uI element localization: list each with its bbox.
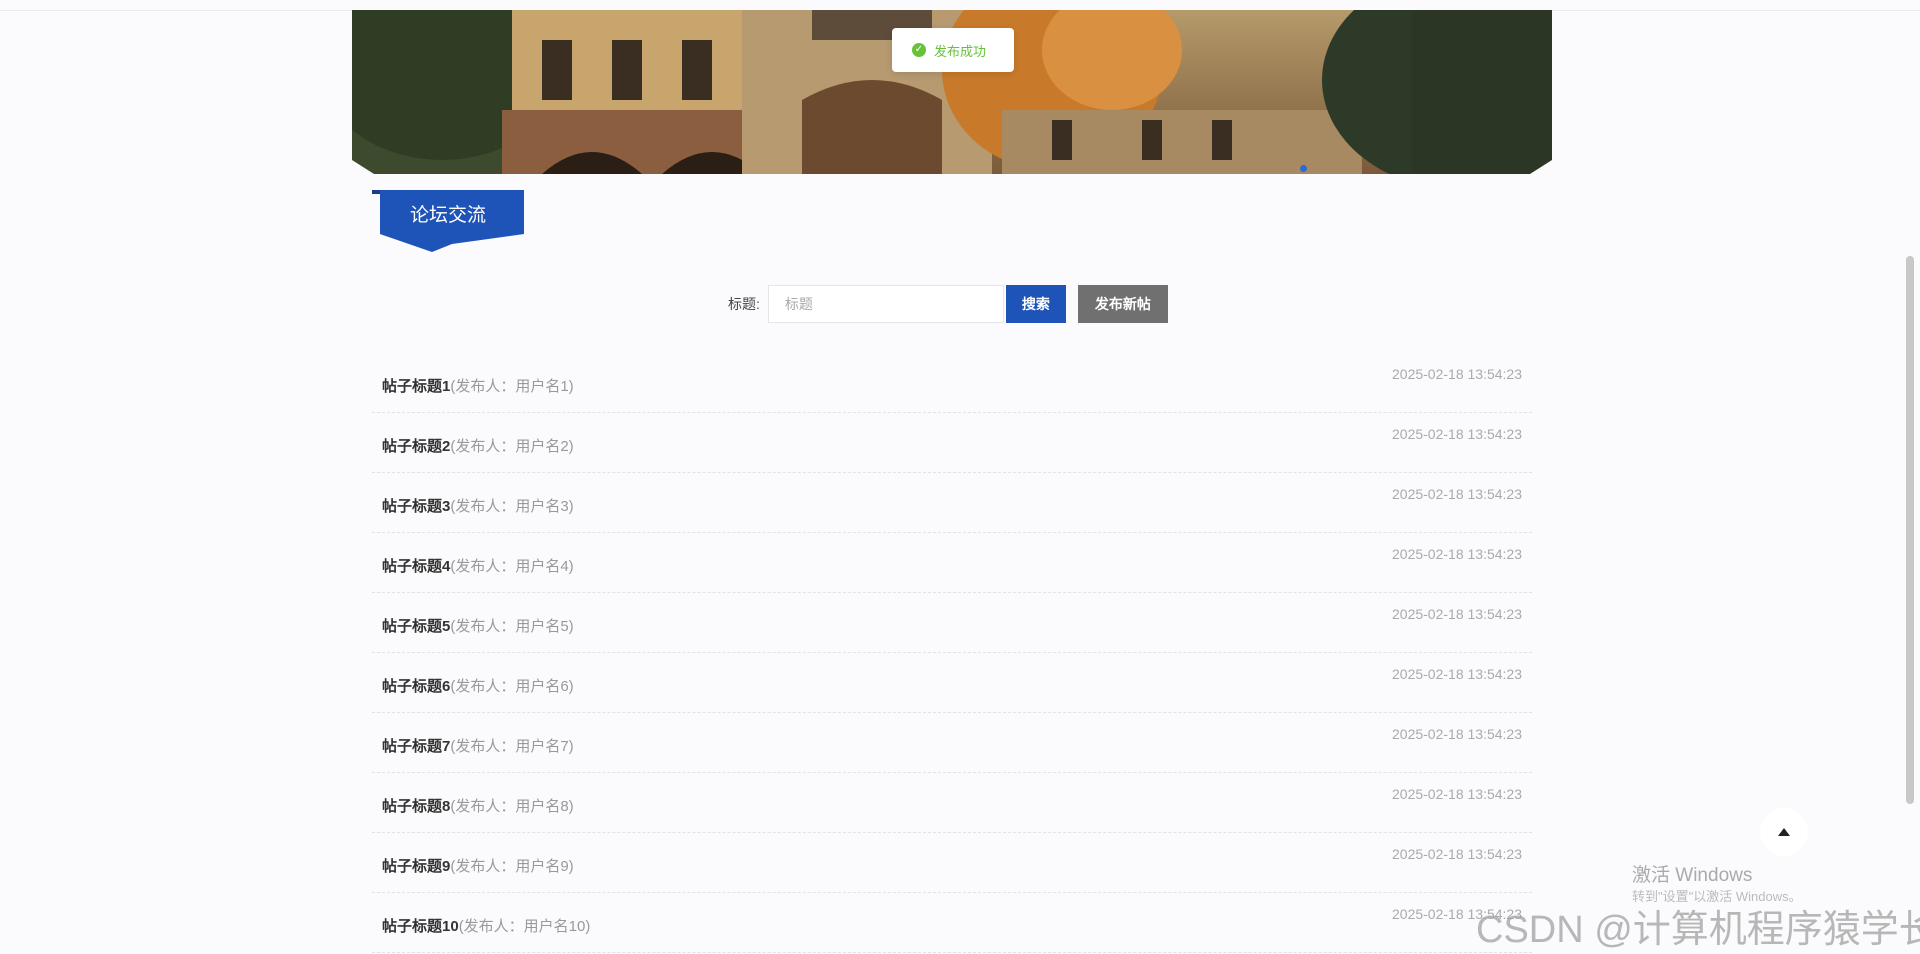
post-title-line[interactable]: 帖子标题10(发布人：用户名10) xyxy=(382,915,590,936)
success-toast: ✓ 发布成功 xyxy=(892,28,1014,72)
post-item[interactable]: 帖子标题4(发布人：用户名4) 2025-02-18 13:54:23 xyxy=(372,533,1532,593)
post-title[interactable]: 帖子标题9 xyxy=(382,858,450,875)
post-item[interactable]: 帖子标题2(发布人：用户名2) 2025-02-18 13:54:23 xyxy=(372,413,1532,473)
csdn-watermark: CSDN @计算机程序猿学长 xyxy=(1476,909,1920,951)
post-title-line[interactable]: 帖子标题7(发布人：用户名7) xyxy=(382,735,574,756)
windows-activation-title: 激活 Windows xyxy=(1632,865,1753,886)
post-title[interactable]: 帖子标题2 xyxy=(382,438,450,455)
post-author: (发布人：用户名8) xyxy=(450,798,574,815)
post-title-line[interactable]: 帖子标题5(发布人：用户名5) xyxy=(382,615,574,636)
post-item[interactable]: 帖子标题1(发布人：用户名1) 2025-02-18 13:54:23 xyxy=(372,353,1532,413)
post-title[interactable]: 帖子标题5 xyxy=(382,618,450,635)
post-item[interactable]: 帖子标题9(发布人：用户名9) 2025-02-18 13:54:23 xyxy=(372,833,1532,893)
post-item[interactable]: 帖子标题5(发布人：用户名5) 2025-02-18 13:54:23 xyxy=(372,593,1532,653)
post-title-line[interactable]: 帖子标题9(发布人：用户名9) xyxy=(382,855,574,876)
post-author: (发布人：用户名9) xyxy=(450,858,574,875)
post-item[interactable]: 帖子标题8(发布人：用户名8) 2025-02-18 13:54:23 xyxy=(372,773,1532,833)
post-author: (发布人：用户名3) xyxy=(450,498,574,515)
post-author: (发布人：用户名6) xyxy=(450,678,574,695)
section-title-tag: 论坛交流 xyxy=(372,190,524,252)
post-list: 帖子标题1(发布人：用户名1) 2025-02-18 13:54:23 帖子标题… xyxy=(372,353,1532,953)
post-author: (发布人：用户名10) xyxy=(458,918,591,935)
post-author: (发布人：用户名5) xyxy=(450,618,574,635)
check-circle-icon: ✓ xyxy=(912,43,926,57)
post-title[interactable]: 帖子标题10 xyxy=(382,918,459,935)
post-title-line[interactable]: 帖子标题2(发布人：用户名2) xyxy=(382,435,574,456)
scrollbar-thumb[interactable] xyxy=(1906,256,1914,804)
post-time: 2025-02-18 13:54:23 xyxy=(1392,786,1522,802)
title-search-input[interactable] xyxy=(767,285,1004,323)
post-author: (发布人：用户名7) xyxy=(450,738,574,755)
post-title-line[interactable]: 帖子标题3(发布人：用户名3) xyxy=(382,495,574,516)
post-title-line[interactable]: 帖子标题1(发布人：用户名1) xyxy=(382,375,574,396)
post-time: 2025-02-18 13:54:23 xyxy=(1392,546,1522,562)
post-title[interactable]: 帖子标题3 xyxy=(382,498,450,515)
search-label: 标题: xyxy=(728,296,760,312)
toast-message: 发布成功 xyxy=(934,43,987,59)
post-time: 2025-02-18 13:54:23 xyxy=(1392,486,1522,502)
post-time: 2025-02-18 13:54:23 xyxy=(1392,726,1522,742)
arrow-up-icon xyxy=(1778,828,1790,836)
section-title: 论坛交流 xyxy=(409,204,486,226)
search-button[interactable]: 搜索 xyxy=(1005,285,1066,323)
post-title[interactable]: 帖子标题1 xyxy=(382,378,450,395)
back-to-top-button[interactable] xyxy=(1760,808,1808,856)
post-item[interactable]: 帖子标题3(发布人：用户名3) 2025-02-18 13:54:23 xyxy=(372,473,1532,533)
new-post-button[interactable]: 发布新帖 xyxy=(1077,285,1168,323)
post-title-line[interactable]: 帖子标题8(发布人：用户名8) xyxy=(382,795,574,816)
search-bar: 标题: 搜索 发布新帖 xyxy=(728,285,1168,323)
post-title-line[interactable]: 帖子标题4(发布人：用户名4) xyxy=(382,555,574,576)
post-item[interactable]: 帖子标题10(发布人：用户名10) 2025-02-18 13:54:23 xyxy=(372,893,1532,953)
post-time: 2025-02-18 13:54:23 xyxy=(1392,606,1522,622)
post-author: (发布人：用户名1) xyxy=(450,378,574,395)
post-time: 2025-02-18 13:54:23 xyxy=(1392,426,1522,442)
post-title[interactable]: 帖子标题7 xyxy=(382,738,450,755)
post-item[interactable]: 帖子标题6(发布人：用户名6) 2025-02-18 13:54:23 xyxy=(372,653,1532,713)
post-author: (发布人：用户名2) xyxy=(450,438,574,455)
post-author: (发布人：用户名4) xyxy=(450,558,574,575)
post-title[interactable]: 帖子标题8 xyxy=(382,798,450,815)
carousel-indicator[interactable] xyxy=(1300,165,1307,172)
post-item[interactable]: 帖子标题7(发布人：用户名7) 2025-02-18 13:54:23 xyxy=(372,713,1532,773)
post-title[interactable]: 帖子标题6 xyxy=(382,678,450,695)
post-time: 2025-02-18 13:54:23 xyxy=(1392,666,1522,682)
post-time: 2025-02-18 13:54:23 xyxy=(1392,366,1522,382)
post-time: 2025-02-18 13:54:23 xyxy=(1392,846,1522,862)
post-title[interactable]: 帖子标题4 xyxy=(382,558,450,575)
post-title-line[interactable]: 帖子标题6(发布人：用户名6) xyxy=(382,675,574,696)
